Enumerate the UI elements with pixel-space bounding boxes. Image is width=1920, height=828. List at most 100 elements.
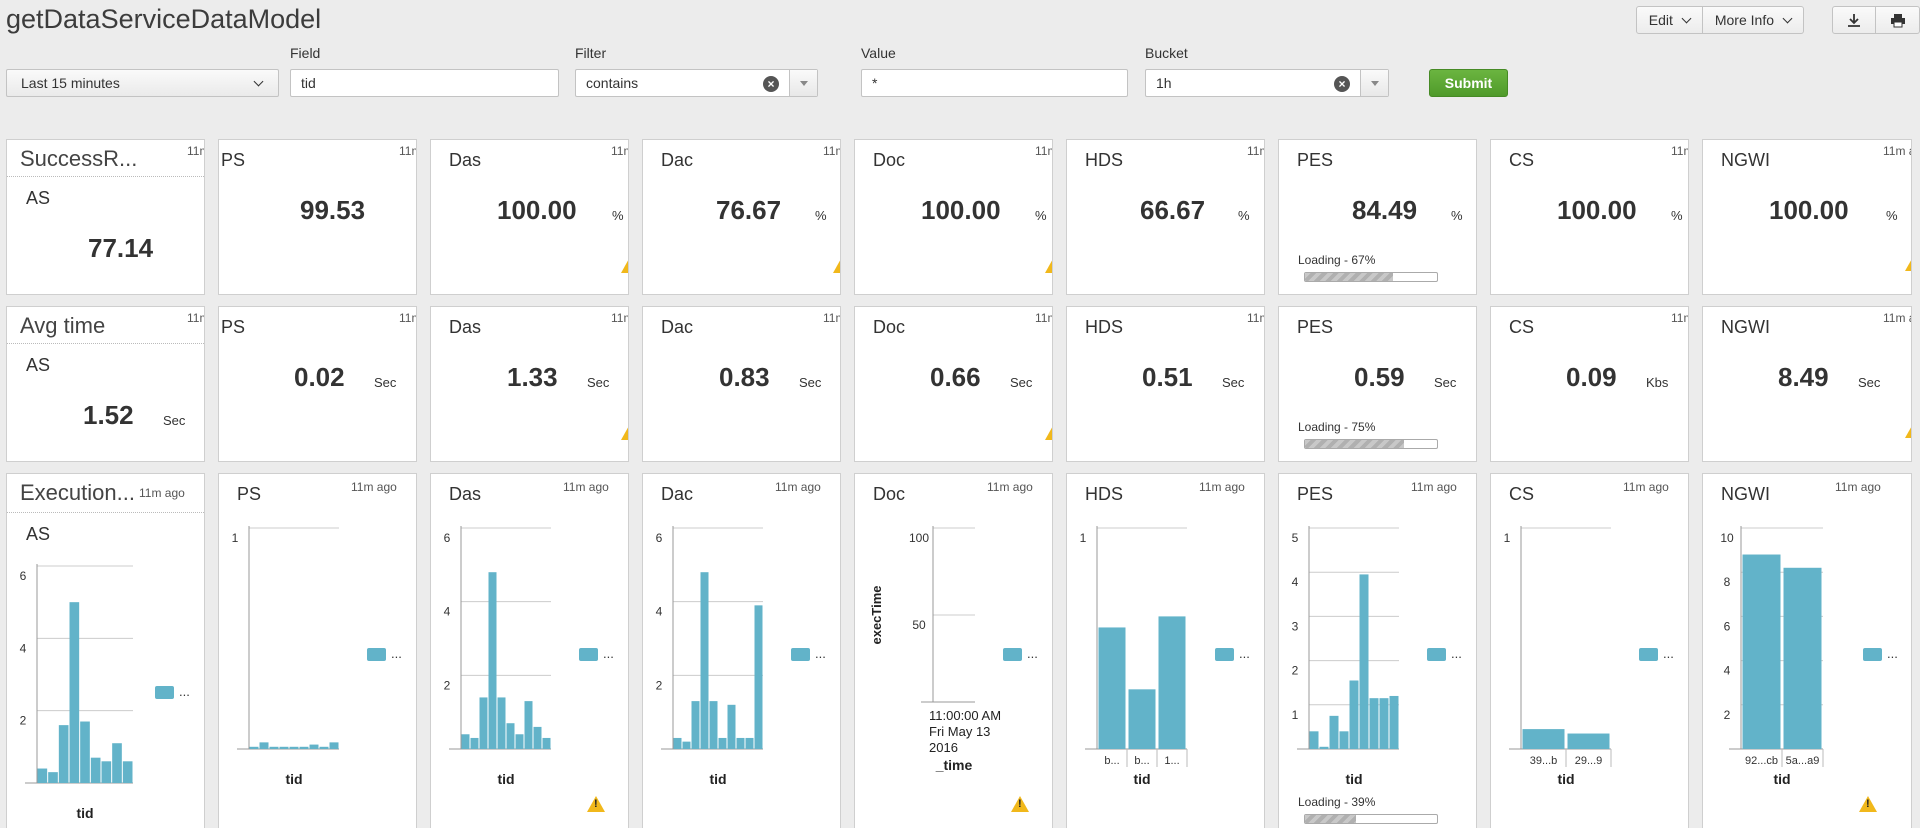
y-tick-label: 4 xyxy=(1724,664,1731,678)
warning-icon[interactable] xyxy=(621,424,628,440)
bar xyxy=(1379,698,1389,749)
bar xyxy=(461,734,470,749)
filter-value: contains xyxy=(586,75,639,91)
panel-timestamp: 11m xyxy=(1247,144,1264,158)
y-tick-label: 4 xyxy=(656,605,663,619)
warning-icon[interactable] xyxy=(587,796,605,812)
filter-select[interactable]: contains × xyxy=(575,69,818,97)
bar xyxy=(259,742,269,749)
execution-das-panel: Das 11m ago 2 4 6 tid ... xyxy=(430,473,629,828)
time-range-picker[interactable]: Last 15 minutes xyxy=(6,69,279,97)
avg-time-doc-panel: Doc 11m 0.66 Sec xyxy=(854,306,1053,462)
edit-button[interactable]: Edit xyxy=(1635,6,1703,34)
success-rate-pes-panel: PES 84.49 % Loading - 67% xyxy=(1278,139,1477,295)
page-title: getDataServiceDataModel xyxy=(6,4,322,34)
warning-icon[interactable] xyxy=(1905,255,1911,271)
warning-icon[interactable] xyxy=(621,257,628,273)
bucket-value: 1h xyxy=(1156,75,1172,91)
value-input[interactable]: * xyxy=(861,69,1128,97)
panel-timestamp: 11m xyxy=(611,144,628,158)
panel-title: Das xyxy=(449,150,482,170)
dropdown-arrow-icon[interactable] xyxy=(789,70,817,96)
bar xyxy=(1128,689,1156,749)
more-info-button[interactable]: More Info xyxy=(1702,6,1804,34)
execution-doc-panel: Doc 11m ago 50 100 11:00:00 AM Fri May 13 20… xyxy=(854,473,1053,828)
bar xyxy=(112,743,122,783)
bar-chart: 1 2 3 4 5 tid xyxy=(1292,526,1399,787)
bar xyxy=(754,605,763,749)
warning-icon[interactable] xyxy=(833,257,840,273)
execution-as-panel: Execution... 11m ago AS 2 4 6 tid ... xyxy=(6,473,205,828)
unit-label: Sec xyxy=(799,375,822,390)
bar xyxy=(736,737,745,749)
panel-title: PES xyxy=(1297,150,1334,170)
warning-icon[interactable] xyxy=(1045,257,1052,273)
loading-text: Loading - 67% xyxy=(1298,253,1376,267)
panel-title: CS xyxy=(1509,150,1535,170)
loading-text: Loading - 39% xyxy=(1298,795,1376,809)
single-value: 0.51 xyxy=(1142,362,1193,392)
bar xyxy=(1522,729,1565,749)
bucket-select[interactable]: 1h × xyxy=(1145,69,1389,97)
clear-icon[interactable]: × xyxy=(1334,76,1350,92)
bar xyxy=(488,572,497,749)
x-axis-title: tid xyxy=(709,771,726,787)
panel-timestamp: 11m xyxy=(823,311,840,325)
legend-label: ... xyxy=(391,646,402,661)
legend-label: ... xyxy=(1887,646,1898,661)
avg-time-cs-panel: CS 11m 0.09 Kbs xyxy=(1490,306,1689,462)
clear-icon[interactable]: × xyxy=(763,76,779,92)
execution-ngwi-panel: NGWI 11m ago 2 4 6 8 10 92...cb 5a...a9 tid ... xyxy=(1702,473,1912,828)
bar xyxy=(1349,680,1359,749)
y-tick-label: 50 xyxy=(912,618,926,632)
y-tick-label: 1 xyxy=(1292,708,1299,722)
panel-timestamp: 11m xyxy=(1035,311,1052,325)
dropdown-arrow-icon[interactable] xyxy=(1360,70,1388,96)
submit-button[interactable]: Submit xyxy=(1429,69,1508,97)
unit-label: Kbs xyxy=(1646,375,1669,390)
y-tick-label: 4 xyxy=(444,605,451,619)
y-tick-label: 1 xyxy=(1080,531,1087,545)
unit-label: Sec xyxy=(587,375,610,390)
more-info-label: More Info xyxy=(1714,12,1774,28)
print-button[interactable] xyxy=(1876,6,1920,34)
panel-title: SuccessR... xyxy=(20,146,138,171)
execution-hds-panel: HDS 11m ago 1 b... b... 1... tid ... xyxy=(1066,473,1265,828)
panel-title: Das xyxy=(449,317,482,337)
x-axis-title: tid xyxy=(1345,771,1362,787)
line-chart: 50 100 11:00:00 AMFri May 132016 _time execT… xyxy=(869,526,1001,773)
unit-label: % xyxy=(815,208,827,223)
x-tick-label: b... xyxy=(1134,755,1149,767)
bar xyxy=(700,572,709,749)
unit-label: Sec xyxy=(1010,375,1033,390)
panel-timestamp: 11m a xyxy=(1883,311,1911,325)
warning-icon[interactable] xyxy=(1045,424,1052,440)
bar xyxy=(709,701,718,749)
edit-label: Edit xyxy=(1648,12,1673,28)
success-rate-hds-panel: HDS 11m 66.67 % xyxy=(1066,139,1265,295)
unit-label: % xyxy=(612,208,624,223)
warning-icon[interactable] xyxy=(1859,796,1877,812)
download-button[interactable] xyxy=(1832,6,1876,34)
y-tick-label: 6 xyxy=(20,569,27,583)
unit-label: Sec xyxy=(374,375,397,390)
panel-subtitle: AS xyxy=(26,355,51,375)
warning-icon[interactable] xyxy=(1905,422,1911,438)
single-value: 0.66 xyxy=(930,362,981,392)
panel-timestamp: 11m a xyxy=(1883,144,1911,158)
bar xyxy=(497,697,506,749)
single-value: 77.14 xyxy=(88,233,154,263)
execution-ps-panel: PS 11m ago 1 tid ... xyxy=(218,473,417,828)
y-tick-label: 2 xyxy=(656,678,663,692)
panel-title: NGWI xyxy=(1721,150,1770,170)
warning-icon[interactable] xyxy=(1011,796,1029,812)
time-range-value: Last 15 minutes xyxy=(21,75,120,91)
field-input[interactable]: tid xyxy=(290,69,559,97)
panel-timestamp: 11m xyxy=(1671,311,1688,325)
panel-title: HDS xyxy=(1085,317,1124,337)
single-value: 0.02 xyxy=(294,362,345,392)
y-tick-label: 6 xyxy=(444,531,451,545)
panel-title: PES xyxy=(1297,317,1334,337)
y-tick-label: 2 xyxy=(1724,708,1731,722)
unit-label: % xyxy=(1238,208,1250,223)
